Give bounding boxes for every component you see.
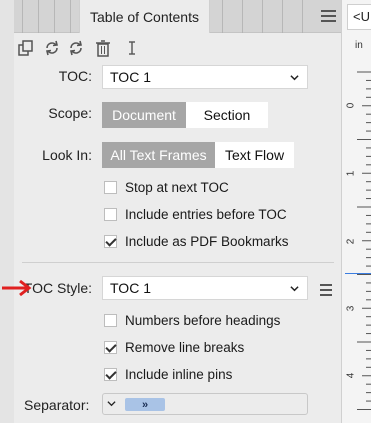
scope-segmented-control: Document Section [102, 102, 268, 128]
lookin-option-text-flow[interactable]: Text Flow [215, 142, 294, 168]
checkbox-box[interactable] [104, 235, 117, 248]
guide-line[interactable] [345, 273, 371, 274]
checkbox-remove-line-breaks[interactable]: Remove line breaks [104, 340, 244, 355]
annotation-arrow-icon [2, 279, 32, 297]
toc-select[interactable]: TOC 1 [102, 65, 308, 89]
separator-token[interactable]: » [125, 398, 165, 411]
chevron-down-icon [290, 75, 299, 81]
separator-label: Separator: [24, 397, 90, 413]
toc-style-select[interactable]: TOC 1 [102, 276, 308, 300]
trash-icon[interactable] [94, 39, 112, 57]
checkbox-include-as-pdf-bookmarks[interactable]: Include as PDF Bookmarks [104, 234, 289, 249]
toc-label: TOC: [58, 68, 92, 84]
checkbox-numbers-before-headings[interactable]: Numbers before headings [104, 313, 280, 328]
panel-toolbar [14, 37, 164, 61]
scope-option-document[interactable]: Document [102, 102, 186, 128]
tab-label: Table of Contents [90, 8, 199, 25]
left-gutter [0, 0, 14, 423]
checkbox-label: Include entries before TOC [125, 207, 287, 222]
toc-select-value: TOC 1 [110, 69, 151, 85]
refresh-icon[interactable] [43, 39, 61, 57]
checkbox-box[interactable] [104, 341, 117, 354]
ruler-number: 2 [345, 238, 357, 245]
checkbox-include-entries-before-toc[interactable]: Include entries before TOC [104, 207, 287, 222]
ruler-number: 0 [345, 102, 357, 109]
hamburger-menu-icon[interactable] [316, 5, 340, 27]
scope-option-section[interactable]: Section [186, 102, 268, 128]
tab-grip-right[interactable] [210, 0, 310, 33]
tab-grip-left[interactable] [14, 0, 78, 33]
tab-table-of-contents[interactable]: Table of Contents [79, 0, 210, 33]
document-tab[interactable]: <U [347, 4, 371, 30]
checkbox-label: Numbers before headings [125, 313, 281, 328]
copy-icon[interactable] [17, 39, 35, 57]
ruler-number: 4 [345, 372, 357, 379]
panel-tab-strip: Table of Contents [14, 0, 341, 33]
section-divider [22, 262, 334, 263]
toc-panel: TOC: TOC 1 Scope: Document Section Look … [14, 33, 341, 423]
toc-style-menu-icon[interactable] [320, 284, 334, 296]
checkbox-box[interactable] [104, 208, 117, 221]
ruler-number: 3 [345, 305, 357, 312]
checkbox-include-inline-pins[interactable]: Include inline pins [104, 367, 232, 382]
ruler-number: 1 [345, 170, 357, 177]
scope-label: Scope: [48, 105, 92, 121]
vertical-ruler[interactable] [345, 38, 371, 423]
checkbox-label: Include as PDF Bookmarks [125, 234, 289, 249]
checkbox-stop-at-next-toc[interactable]: Stop at next TOC [104, 180, 229, 195]
lookin-option-all-text-frames[interactable]: All Text Frames [102, 142, 215, 168]
chevron-down-icon [290, 286, 299, 292]
checkbox-box[interactable] [104, 314, 117, 327]
checkbox-box[interactable] [104, 368, 117, 381]
lookin-label: Look In: [42, 147, 92, 163]
checkbox-label: Include inline pins [125, 367, 233, 382]
lookin-segmented-control: All Text Frames Text Flow [102, 142, 294, 168]
checkbox-label: Stop at next TOC [125, 180, 229, 195]
chevron-down-icon[interactable] [107, 399, 116, 408]
checkbox-label: Remove line breaks [125, 340, 245, 355]
separator-field[interactable]: » [102, 393, 308, 415]
text-cursor-icon[interactable] [123, 39, 141, 57]
refresh-alt-icon[interactable] [67, 39, 85, 57]
toc-style-select-value: TOC 1 [110, 280, 151, 296]
checkbox-box[interactable] [104, 181, 117, 194]
